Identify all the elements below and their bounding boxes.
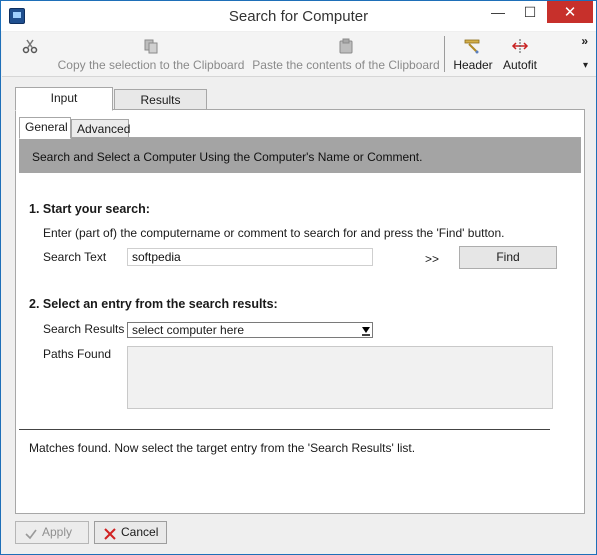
paths-found-label: Paths Found: [43, 347, 112, 361]
search-for-computer-window: Search for Computer — ☐ ✕ Copy the selec…: [0, 0, 597, 555]
step2-heading: 2. Select an entry from the search resul…: [29, 297, 278, 311]
tab-input[interactable]: Input: [15, 87, 113, 111]
close-button[interactable]: ✕: [547, 1, 593, 23]
toolbar-overflow-icon[interactable]: »: [581, 34, 588, 48]
toolbar-separator: [444, 36, 445, 72]
subtab-general[interactable]: General: [19, 117, 71, 139]
search-results-label: Search Results: [43, 322, 125, 336]
search-results-dropdown[interactable]: select computer here: [127, 322, 373, 338]
title-bar: Search for Computer — ☐ ✕: [1, 1, 596, 31]
paste-from-clipboard-button[interactable]: Paste the contents of the Clipboard: [251, 32, 441, 76]
subtab-advanced[interactable]: Advanced: [71, 119, 130, 139]
header-icon: [464, 38, 482, 57]
chevron-down-icon: [361, 324, 371, 336]
minimize-button[interactable]: —: [483, 1, 513, 23]
header-button[interactable]: Header: [452, 32, 494, 76]
autofit-icon: [511, 38, 529, 57]
tab-results[interactable]: Results: [114, 89, 207, 111]
scissors-icon: [22, 38, 38, 57]
cancel-button[interactable]: Cancel: [94, 521, 167, 544]
instruction-banner: Search and Select a Computer Using the C…: [19, 138, 581, 173]
input-panel: General Advanced SOFTPEDIA Search and Se…: [15, 109, 585, 514]
cancel-label: Cancel: [121, 525, 159, 539]
step1-heading: 1. Start your search:: [29, 202, 150, 216]
general-subpanel: SOFTPEDIA Search and Select a Computer U…: [19, 124, 581, 509]
cut-button[interactable]: [16, 32, 44, 76]
divider: [19, 429, 550, 430]
paste-icon: [338, 38, 354, 57]
toolbar-dropdown-icon[interactable]: ▾: [583, 60, 588, 71]
autofit-button[interactable]: Autofit: [498, 32, 542, 76]
apply-label: Apply: [42, 525, 73, 539]
copy-icon: [143, 38, 159, 57]
paths-found-box[interactable]: [127, 346, 553, 409]
search-results-value: select computer here: [132, 323, 245, 337]
find-button[interactable]: Find: [459, 246, 557, 269]
cancel-x-icon: [103, 522, 117, 543]
arrows-indicator: >>: [425, 252, 440, 266]
apply-button[interactable]: Apply: [15, 521, 89, 544]
copy-label: Copy the selection to the Clipboard: [57, 58, 245, 72]
paste-label: Paste the contents of the Clipboard: [252, 58, 440, 72]
checkmark-icon: [24, 522, 38, 543]
status-message: Matches found. Now select the target ent…: [29, 441, 416, 455]
maximize-button[interactable]: ☐: [515, 1, 545, 23]
toolbar: Copy the selection to the Clipboard Past…: [2, 32, 596, 77]
search-text-label: Search Text: [43, 250, 107, 264]
step1-instruction: Enter (part of) the computername or comm…: [43, 226, 505, 240]
copy-to-clipboard-button[interactable]: Copy the selection to the Clipboard: [56, 32, 246, 76]
header-label: Header: [453, 58, 493, 72]
search-text-input[interactable]: [127, 248, 373, 266]
autofit-label: Autofit: [502, 58, 538, 72]
